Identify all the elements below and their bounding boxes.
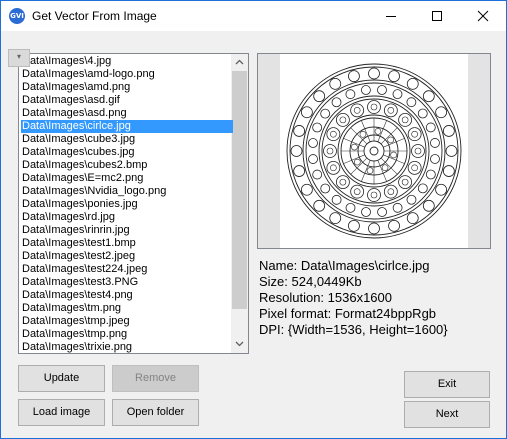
maximize-button[interactable] [414,1,460,31]
list-item[interactable]: Data\Images\amd-logo.png [21,68,233,81]
list-item[interactable]: Data\Images\test1.bmp [21,237,233,250]
open-folder-button[interactable]: Open folder [112,399,199,426]
list-item[interactable]: Data\Images\test224.jpeg [21,263,233,276]
chevron-down-icon [235,341,244,347]
chevron-up-icon [235,59,244,65]
next-button[interactable]: Next [404,401,490,428]
info-resolution: Resolution: 1536x1600 [259,290,392,305]
info-name: Name: Data\Images\cirlce.jpg [259,258,430,273]
app-icon: GVI [9,8,25,24]
list-item[interactable]: Data\Images\E=mc2.png [21,172,233,185]
close-button[interactable] [460,1,506,31]
list-item[interactable]: Data\Images\tmp.png [21,328,233,341]
info-dpi: DPI: {Width=1536, Height=1600} [259,322,448,337]
list-scrollbar[interactable] [231,54,248,353]
list-item[interactable]: Data\Images\tm.png [21,302,233,315]
window-title: Get Vector From Image [32,9,157,23]
close-icon [477,10,489,22]
remove-button[interactable]: Remove [112,365,199,392]
list-item[interactable]: Data\Images\test3.PNG [21,276,233,289]
scroll-thumb[interactable] [232,71,247,309]
list-item[interactable]: Data\Images\cirlce.jpg [21,120,233,133]
list-item[interactable]: Data\Images\Nvidia_logo.png [21,185,233,198]
list-item[interactable]: Data\Images\trixie.png [21,341,233,353]
scroll-up-button[interactable] [231,54,248,71]
maximize-icon [432,11,442,21]
list-item[interactable]: Data\Images\test4.png [21,289,233,302]
exit-button[interactable]: Exit [404,371,490,398]
info-pixel-format: Pixel format: Format24bppRgb [259,306,437,321]
info-size: Size: 524,0449Kb [259,274,362,289]
update-button[interactable]: Update [18,365,105,392]
mandala-image [286,63,462,239]
list-item[interactable]: Data\Images\cube3.jpg [21,133,233,146]
main-window: GVI Get Vector From Image Data\Images\4.… [0,0,507,439]
list-item[interactable]: Data\Images\ponies.jpg [21,198,233,211]
file-list[interactable]: Data\Images\4.jpg Data\Images\amd-logo.pn… [18,53,249,354]
image-preview [257,53,491,249]
list-item[interactable]: Data\Images\cubes.jpg [21,146,233,159]
list-item[interactable]: Data\Images\asd.gif [21,94,233,107]
list-item[interactable]: Data\Images\rinrin.jpg [21,224,233,237]
list-item[interactable]: Data\Images\cubes2.bmp [21,159,233,172]
list-item[interactable]: Data\Images\tmp.jpeg [21,315,233,328]
minimize-icon [386,16,396,17]
minimize-button[interactable] [368,1,414,31]
list-item[interactable]: Data\Images\test2.jpeg [21,250,233,263]
list-item[interactable]: Data\Images\amd.png [21,81,233,94]
drag-handle[interactable]: ▾ [8,49,30,67]
list-item[interactable]: Data\Images\rd.jpg [21,211,233,224]
scroll-down-button[interactable] [231,336,248,353]
title-bar[interactable]: GVI Get Vector From Image [1,1,506,32]
list-item[interactable]: Data\Images\4.jpg [21,55,233,68]
list-item[interactable]: Data\Images\asd.png [21,107,233,120]
load-image-button[interactable]: Load image [18,399,105,426]
